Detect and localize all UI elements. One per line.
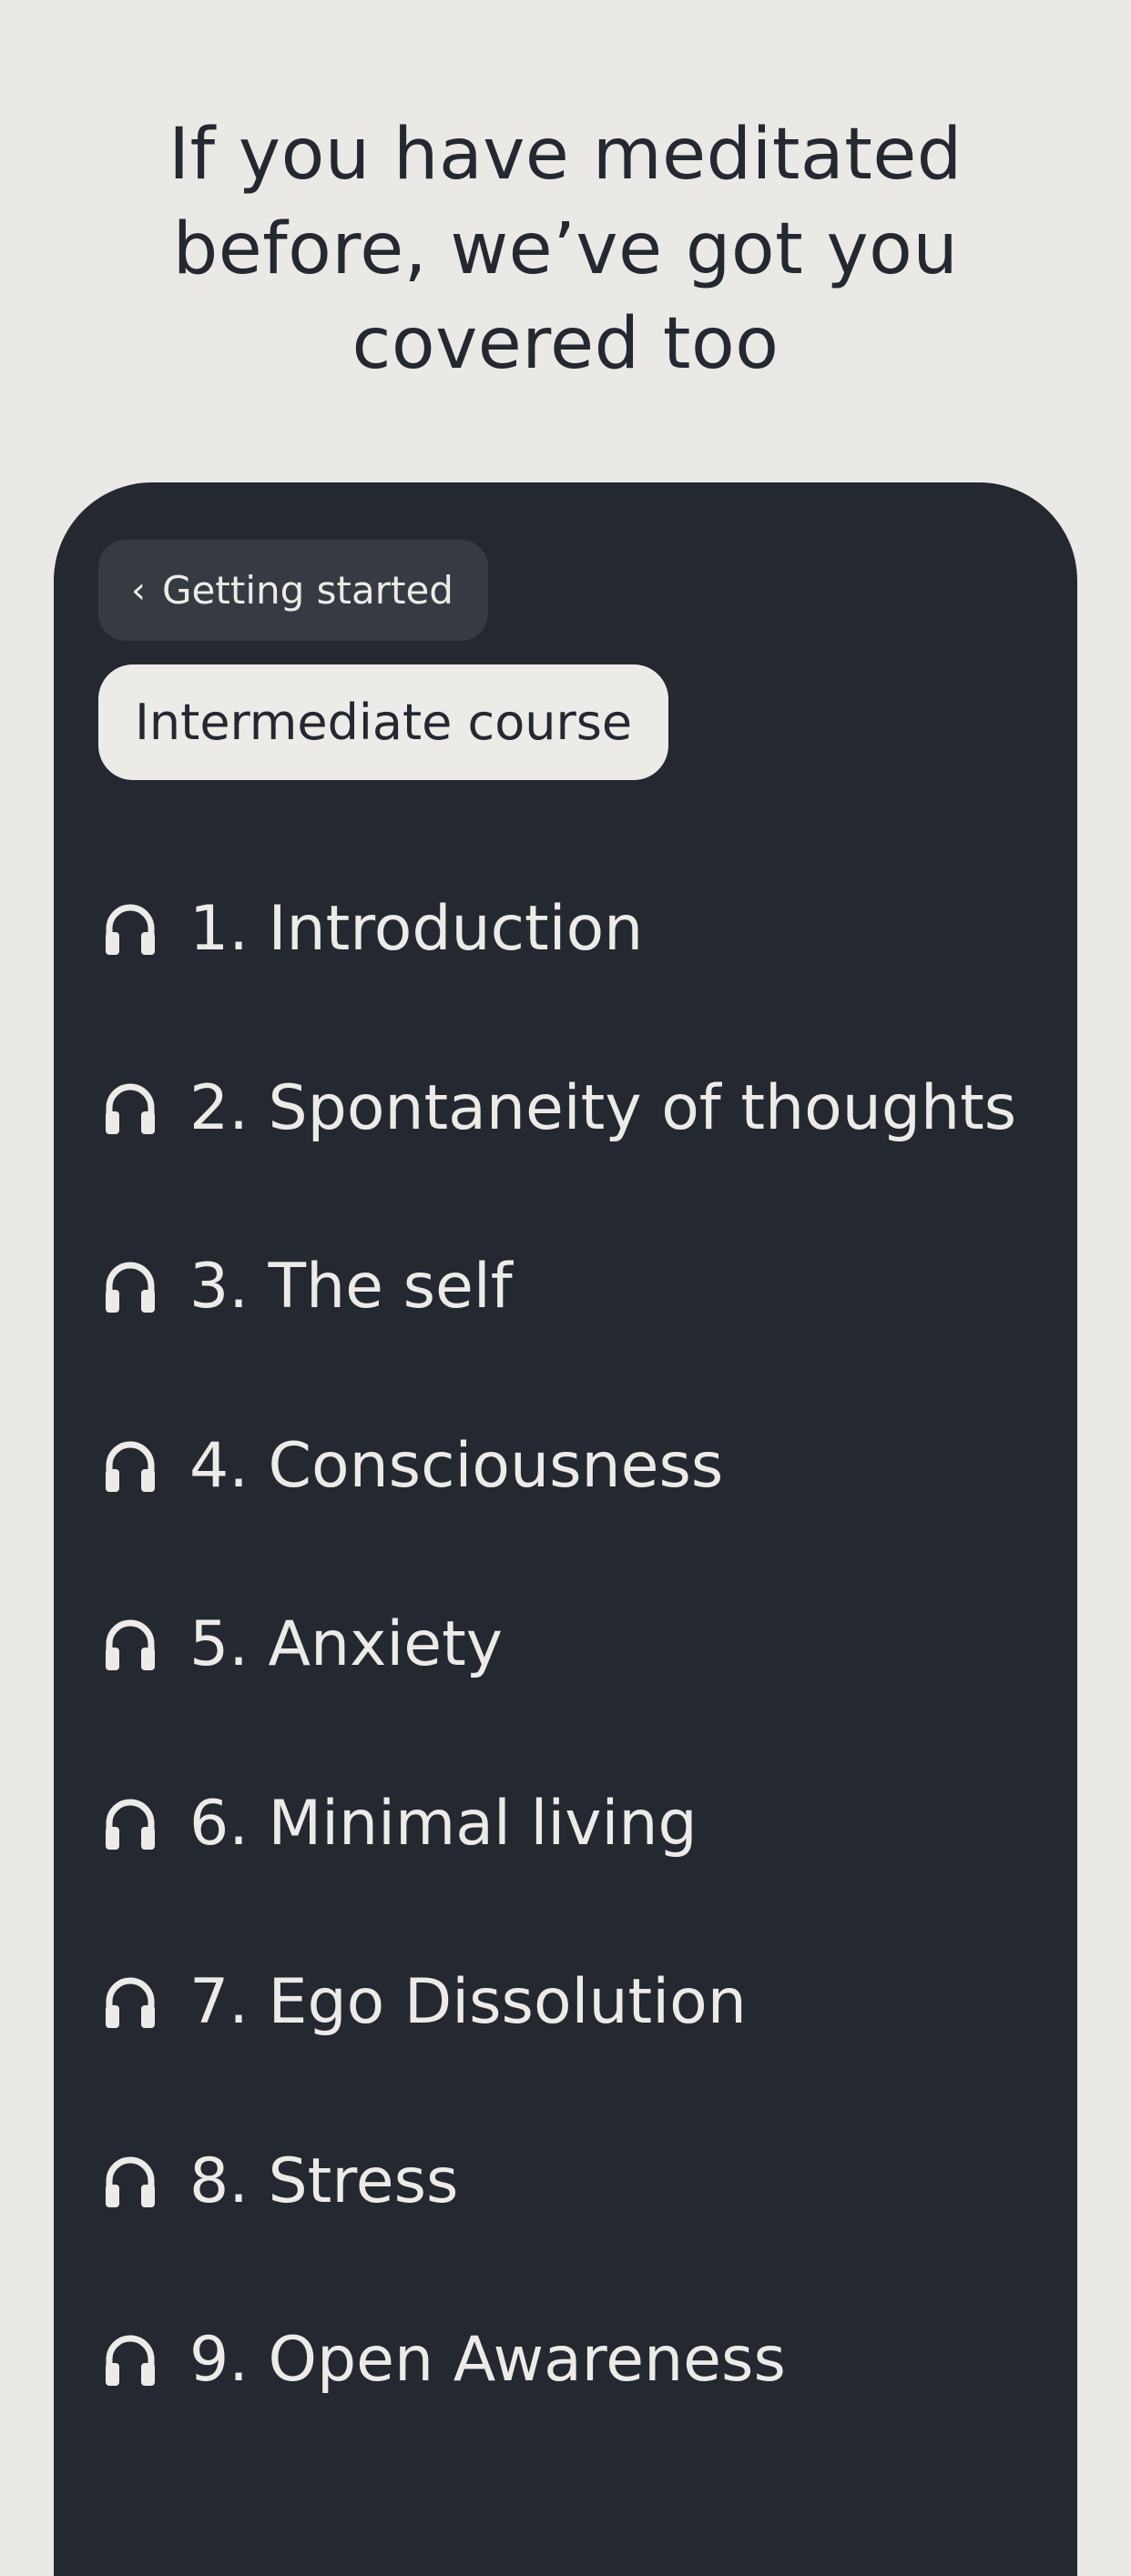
course-panel: ‹ Getting started Intermediate course 1.…	[54, 482, 1077, 2576]
headphones-icon	[106, 1262, 155, 1313]
lesson-title: 6. Minimal living	[189, 1787, 698, 1860]
headphones-icon	[106, 1977, 155, 2029]
headphones-icon	[106, 1799, 155, 1850]
lesson-item[interactable]: 2. Spontaneity of thoughts	[103, 1019, 1068, 1199]
lesson-title: 4. Consciousness	[189, 1429, 724, 1502]
lesson-title: 7. Ego Dissolution	[189, 1966, 747, 2039]
headphones-icon	[106, 2156, 155, 2207]
headphones-icon	[106, 1619, 155, 1671]
lesson-item[interactable]: 4. Consciousness	[103, 1377, 1068, 1557]
course-level-label: Intermediate course	[135, 694, 633, 751]
lesson-title: 3. The self	[189, 1251, 513, 1323]
lesson-title: 2. Spontaneity of thoughts	[189, 1071, 1017, 1144]
headphones-icon	[106, 1441, 155, 1492]
lesson-title: 8. Stress	[189, 2145, 459, 2217]
lesson-title: 1. Introduction	[189, 893, 644, 966]
headphones-icon	[106, 904, 155, 956]
course-level-pill[interactable]: Intermediate course	[98, 664, 669, 780]
lesson-title: 5. Anxiety	[189, 1608, 503, 1681]
lesson-item[interactable]: 8. Stress	[103, 2093, 1068, 2272]
back-button[interactable]: ‹ Getting started	[98, 540, 488, 641]
lesson-title: 9. Open Awareness	[189, 2324, 786, 2397]
lesson-list: 1. Introduction 2. Spontaneity of though…	[103, 840, 1068, 2450]
lesson-item[interactable]: 9. Open Awareness	[103, 2271, 1068, 2450]
chevron-left-icon: ‹	[131, 569, 146, 612]
lesson-item[interactable]: 6. Minimal living	[103, 1735, 1068, 1914]
headphones-icon	[106, 1083, 155, 1134]
lesson-item[interactable]: 5. Anxiety	[103, 1556, 1068, 1735]
headphones-icon	[106, 2335, 155, 2387]
page-title: If you have meditated before, we’ve got …	[168, 114, 963, 385]
lesson-item[interactable]: 1. Introduction	[103, 840, 1068, 1019]
back-button-label: Getting started	[162, 568, 453, 613]
lesson-item[interactable]: 3. The self	[103, 1198, 1068, 1377]
lesson-item[interactable]: 7. Ego Dissolution	[103, 1913, 1068, 2093]
